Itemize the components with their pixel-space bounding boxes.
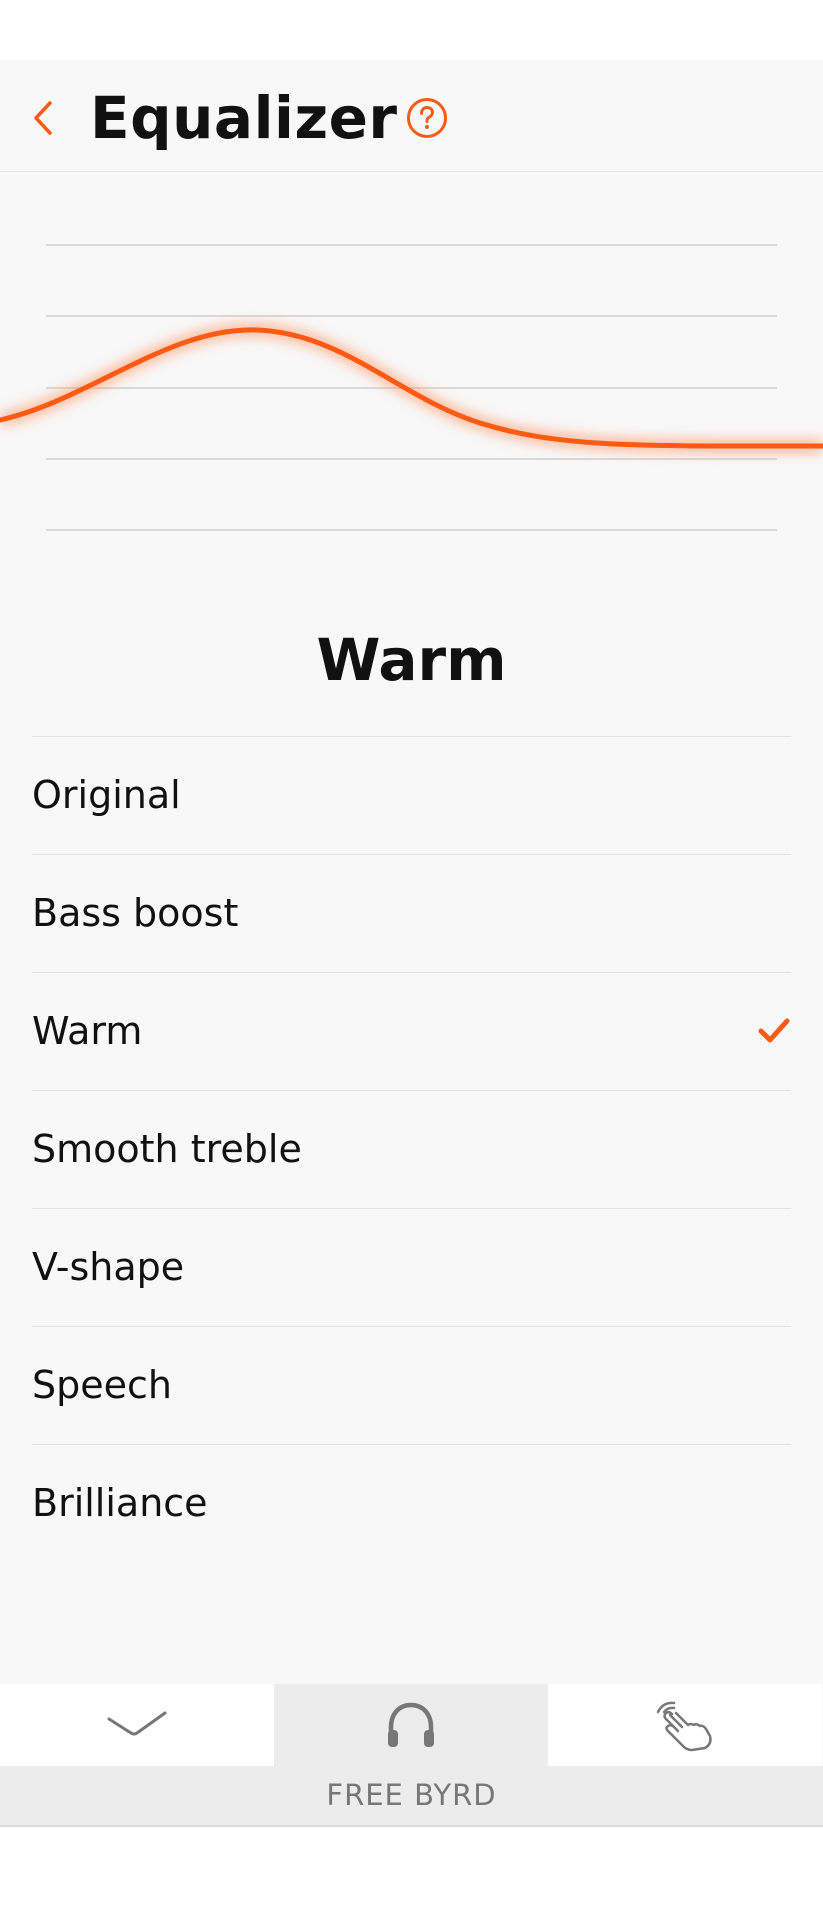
preset-label: Brilliance: [32, 1481, 208, 1525]
chevron-left-icon: [34, 101, 52, 135]
device-name-bar: FREE BYRD: [0, 1766, 823, 1827]
preset-item-smooth-treble[interactable]: Smooth treble: [32, 1090, 791, 1208]
page-title: Equalizer: [90, 84, 398, 152]
check-icon: [107, 1711, 167, 1736]
bottom-area: [0, 1827, 823, 1920]
preset-item-warm[interactable]: Warm: [32, 972, 791, 1090]
preset-label: Warm: [32, 1009, 143, 1053]
tab-home[interactable]: [0, 1684, 274, 1766]
headphones-icon: [388, 1702, 434, 1747]
tab-touch-controls[interactable]: [548, 1684, 822, 1766]
bottom-tab-bar: FREE BYRD: [0, 1684, 823, 1827]
preset-label: Speech: [32, 1363, 172, 1407]
equalizer-curve-graph[interactable]: [0, 172, 823, 572]
preset-item-brilliance[interactable]: Brilliance: [32, 1444, 791, 1562]
preset-list: Original Bass boost Warm Smooth treble V…: [32, 736, 791, 1562]
help-circle-icon: [407, 98, 447, 138]
checkmark-icon: [758, 1018, 790, 1043]
preset-label: V-shape: [32, 1245, 185, 1289]
preset-label: Bass boost: [32, 891, 239, 935]
touch-gesture-icon: [656, 1701, 712, 1752]
preset-label: Smooth treble: [32, 1127, 302, 1171]
current-preset-title: Warm: [316, 626, 507, 694]
back-button[interactable]: [26, 95, 62, 141]
preset-label: Original: [32, 773, 181, 817]
status-bar-area: [0, 0, 823, 60]
preset-item-v-shape[interactable]: V-shape: [32, 1208, 791, 1326]
tab-headphones[interactable]: [274, 1684, 548, 1766]
preset-item-bass-boost[interactable]: Bass boost: [32, 854, 791, 972]
header-bar: Equalizer: [0, 60, 823, 172]
preset-item-speech[interactable]: Speech: [32, 1326, 791, 1444]
help-button[interactable]: [405, 96, 449, 140]
preset-item-original[interactable]: Original: [32, 736, 791, 854]
